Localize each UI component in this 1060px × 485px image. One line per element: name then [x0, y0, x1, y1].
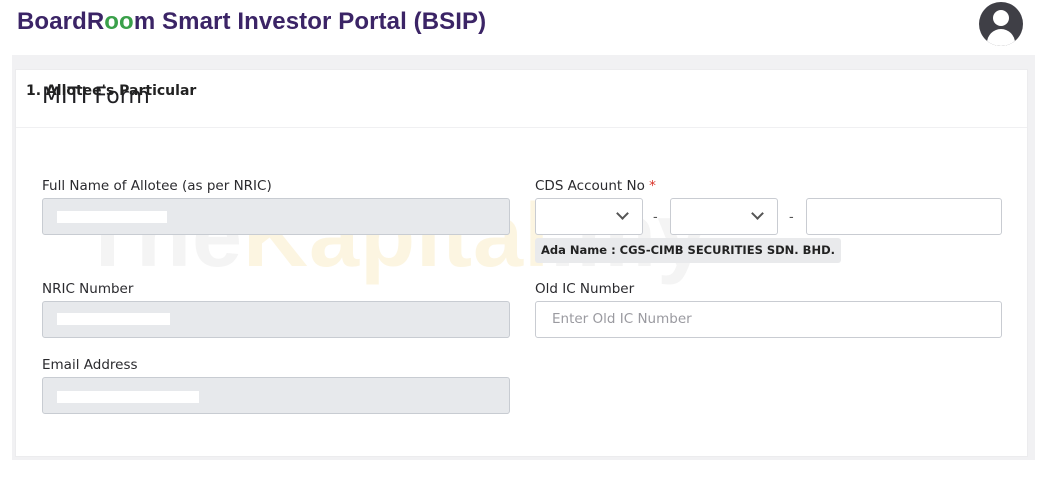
old-ic-placeholder: Enter Old IC Number — [552, 311, 692, 327]
cds-label-text: CDS Account No — [535, 178, 645, 194]
avatar-body-shape — [987, 29, 1015, 46]
top-bar: BoardRoom Smart Investor Portal (BSIP) — [0, 0, 1060, 50]
full-name-field — [42, 198, 510, 235]
chevron-down-icon — [616, 207, 629, 220]
cds-separator-1: - — [653, 208, 658, 224]
portal-title: BoardRoom Smart Investor Portal (BSIP) — [17, 8, 486, 36]
redacted-value — [57, 313, 170, 325]
cds-account-label: CDS Account No * — [535, 178, 656, 194]
old-ic-input[interactable]: Enter Old IC Number — [535, 301, 1002, 338]
email-label: Email Address — [42, 357, 138, 373]
chevron-down-icon — [751, 207, 764, 220]
redacted-value — [57, 211, 167, 223]
brand-text-1: BoardR — [17, 8, 105, 35]
brand-text-2: m Smart Investor Portal (BSIP) — [133, 8, 487, 35]
brand-text-accent: oo — [104, 8, 134, 35]
full-name-label: Full Name of Allotee (as per NRIC) — [42, 178, 272, 194]
ada-name-badge: Ada Name : CGS-CIMB SECURITIES SDN. BHD. — [535, 238, 841, 263]
nric-label: NRIC Number — [42, 281, 134, 297]
avatar-head-shape — [993, 10, 1009, 26]
section-title: 1. Allotee's Particular — [26, 83, 197, 99]
old-ic-label: Old IC Number — [535, 281, 635, 297]
form-header: MITI Form — [16, 70, 1027, 128]
cds-separator-2: - — [789, 208, 794, 224]
cds-account-input[interactable] — [806, 198, 1002, 235]
redacted-value — [57, 391, 199, 403]
required-mark: * — [649, 178, 656, 194]
user-avatar-icon[interactable] — [979, 2, 1023, 46]
nric-field — [42, 301, 510, 338]
email-field — [42, 377, 510, 414]
cds-prefix-select[interactable] — [535, 198, 643, 235]
cds-middle-select[interactable] — [670, 198, 778, 235]
